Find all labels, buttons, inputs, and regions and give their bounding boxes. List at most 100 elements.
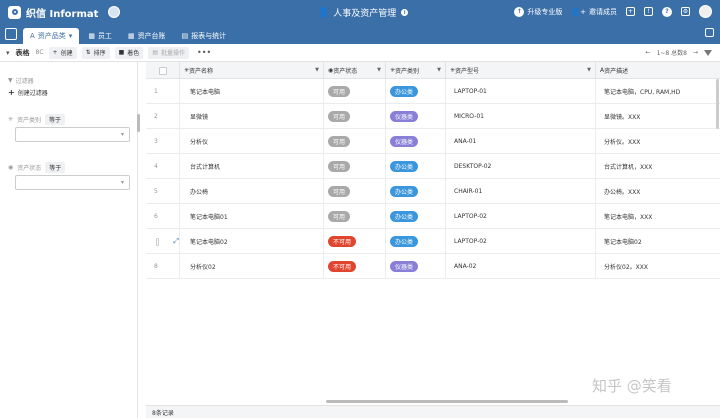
upgrade-button[interactable]: ↑ 升级专业版 — [514, 6, 562, 17]
model-cell[interactable]: CHAIR-01 — [446, 179, 596, 204]
category-cell[interactable]: 办公类 — [386, 179, 446, 204]
tab-asset-ledger[interactable]: ▦ 资产台账 — [121, 28, 173, 44]
copy-icon[interactable] — [705, 28, 714, 37]
category-cell[interactable]: 办公类 — [386, 229, 446, 254]
horizontal-scrollbar[interactable] — [326, 400, 568, 403]
status-cell[interactable]: 可用 — [324, 129, 386, 154]
model-cell[interactable]: LAPTOP-02 — [446, 204, 596, 229]
color-button[interactable]: ■ 着色 — [114, 46, 144, 59]
category-cell[interactable]: 办公类 — [386, 79, 446, 104]
column-header-name[interactable]: ✳ 资产名称 ▼ — [180, 62, 324, 79]
tab-reports[interactable]: ▤ 报表与统计 — [175, 28, 234, 44]
status-filter-select[interactable]: ▾ — [15, 175, 130, 190]
brand-logo[interactable]: 织信 Informat — [8, 5, 98, 20]
create-label: 创建 — [60, 50, 73, 57]
name-cell[interactable]: 办公椅 — [180, 179, 324, 204]
description-cell[interactable]: 分析仪02。XXX — [596, 254, 720, 279]
column-header-description[interactable]: A 资产描述 — [596, 62, 720, 79]
model-cell[interactable]: ANA-02 — [446, 254, 596, 279]
create-filter-button[interactable]: + 创建过滤器 — [8, 88, 48, 97]
name-cell[interactable]: 分析仪02 — [180, 254, 324, 279]
description-cell[interactable]: 显微镜。XXX — [596, 104, 720, 129]
resize-handle[interactable] — [137, 114, 140, 132]
sidebar-toggle-icon[interactable] — [5, 28, 17, 40]
table-row[interactable]: 5 办公椅 可用 办公类 CHAIR-01 办公椅。XXX — [146, 179, 720, 204]
column-header-model[interactable]: ✳ 资产型号 ▼ — [446, 62, 596, 79]
category-filter-select[interactable]: ▾ — [15, 127, 130, 142]
chevron-down-icon[interactable]: ▼ — [377, 67, 381, 73]
invite-button[interactable]: 👤+ 邀请成员 — [571, 7, 617, 17]
model-cell[interactable]: DESKTOP-02 — [446, 154, 596, 179]
chevron-down-icon[interactable]: ▼ — [587, 67, 591, 73]
description-cell[interactable]: 笔记本电脑，CPU, RAM,HD — [596, 79, 720, 104]
view-name[interactable]: 表格 — [16, 48, 30, 58]
filter-operator[interactable]: 等于 — [45, 114, 66, 125]
tab-employee[interactable]: ▦ 员工 — [81, 28, 119, 44]
status-cell[interactable]: 可用 — [324, 179, 386, 204]
help-icon[interactable]: ? — [662, 6, 672, 17]
table-row[interactable]: 4 台式计算机 可用 办公类 DESKTOP-02 台式计算机，XXX — [146, 154, 720, 179]
status-cell[interactable]: 可用 — [324, 79, 386, 104]
vertical-scrollbar[interactable] — [716, 79, 719, 129]
sort-label: 排序 — [93, 50, 106, 57]
select-all-checkbox[interactable] — [158, 66, 167, 75]
model-cell[interactable]: LAPTOP-02 — [446, 229, 596, 254]
sort-button[interactable]: ⇅ 排序 — [81, 46, 110, 59]
name-cell[interactable]: 笔记本电脑02 — [180, 229, 324, 254]
description-cell[interactable]: 办公椅。XXX — [596, 179, 720, 204]
name-cell[interactable]: 显微镜 — [180, 104, 324, 129]
filter-icon[interactable] — [704, 49, 712, 56]
asset-description: 笔记本电脑02 — [604, 239, 642, 246]
category-cell[interactable]: 仪器类 — [386, 254, 446, 279]
app-title[interactable]: 👤 人事及资产管理 i — [318, 6, 409, 19]
workspace-avatar[interactable] — [108, 6, 121, 18]
category-cell[interactable]: 仪器类 — [386, 129, 446, 154]
user-avatar[interactable] — [699, 5, 712, 18]
filter-operator[interactable]: 等于 — [45, 162, 66, 173]
model-cell[interactable]: MICRO-01 — [446, 104, 596, 129]
category-cell[interactable]: 办公类 — [386, 204, 446, 229]
description-cell[interactable]: 笔记本电脑02 — [596, 229, 720, 254]
status-cell[interactable]: 可用 — [324, 104, 386, 129]
name-cell[interactable]: 分析仪 — [180, 129, 324, 154]
name-cell[interactable]: 笔记本电脑 — [180, 79, 324, 104]
table-row[interactable]: 2 显微镜 可用 仪器类 MICRO-01 显微镜。XXX — [146, 104, 720, 129]
description-cell[interactable]: 笔记本电脑，XXX — [596, 204, 720, 229]
name-cell[interactable]: 笔记本电脑01 — [180, 204, 324, 229]
column-header-status[interactable]: ◉ 资产状态 ▼ — [324, 62, 386, 79]
model-cell[interactable]: ANA-01 — [446, 129, 596, 154]
table-row[interactable]: ⤢ 笔记本电脑02 不可用 办公类 LAPTOP-02 笔记本电脑02 — [146, 229, 720, 254]
chevron-down-icon[interactable]: ▾ — [6, 49, 10, 57]
column-header-category[interactable]: ✳ 资产类别 ▼ — [386, 62, 446, 79]
next-page-icon[interactable]: → — [693, 49, 698, 56]
prev-page-icon[interactable]: ← — [646, 49, 651, 56]
chevron-down-icon[interactable]: ▼ — [315, 67, 319, 73]
add-icon[interactable]: + — [626, 7, 635, 16]
status-cell[interactable]: 可用 — [324, 154, 386, 179]
bell-icon[interactable]: ! — [644, 7, 653, 16]
invite-label: 邀请成员 — [589, 7, 617, 16]
settings-icon[interactable]: ⚙ — [681, 7, 690, 16]
more-icon[interactable]: ••• — [197, 48, 211, 57]
description-cell[interactable]: 台式计算机，XXX — [596, 154, 720, 179]
category-cell[interactable]: 办公类 — [386, 154, 446, 179]
create-button[interactable]: + 创建 — [48, 46, 77, 59]
chevron-down-icon[interactable]: ▼ — [437, 67, 441, 73]
status-cell[interactable]: 可用 — [324, 204, 386, 229]
status-cell[interactable]: 不可用 — [324, 254, 386, 279]
description-cell[interactable]: 分析仪。XXX — [596, 129, 720, 154]
row-checkbox[interactable] — [156, 237, 160, 246]
grid-footer: 8条记录 — [146, 405, 720, 418]
expand-icon[interactable]: ⤢ — [173, 237, 179, 246]
table-row[interactable]: 3 分析仪 可用 仪器类 ANA-01 分析仪。XXX — [146, 129, 720, 154]
info-icon[interactable]: i — [401, 9, 409, 16]
table-row[interactable]: 1 笔记本电脑 可用 办公类 LAPTOP-01 笔记本电脑，CPU, RAM,… — [146, 79, 720, 104]
model-cell[interactable]: LAPTOP-01 — [446, 79, 596, 104]
batch-button[interactable]: ▤ 批量操作 — [148, 46, 189, 59]
name-cell[interactable]: 台式计算机 — [180, 154, 324, 179]
table-row[interactable]: 6 笔记本电脑01 可用 办公类 LAPTOP-02 笔记本电脑，XXX — [146, 204, 720, 229]
tab-asset-category[interactable]: A 资产品类 ▾ — [23, 28, 80, 44]
table-row[interactable]: 8 分析仪02 不可用 仪器类 ANA-02 分析仪02。XXX — [146, 254, 720, 279]
category-cell[interactable]: 仪器类 — [386, 104, 446, 129]
status-cell[interactable]: 不可用 — [324, 229, 386, 254]
